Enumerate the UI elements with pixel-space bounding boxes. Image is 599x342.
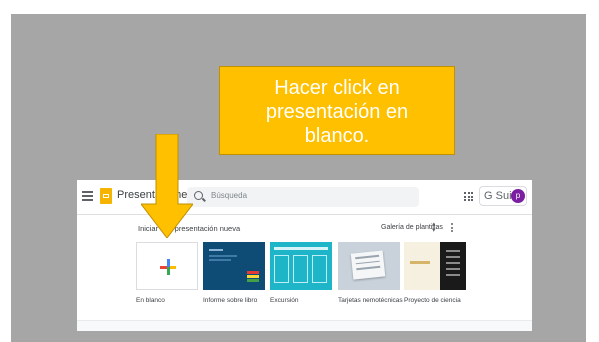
plus-icon [160, 259, 176, 275]
slides-logo-icon[interactable] [100, 188, 112, 204]
template-label[interactable]: Informe sobre libro [203, 297, 257, 304]
search-input[interactable]: Búsqueda [187, 187, 419, 207]
search-placeholder: Búsqueda [211, 191, 248, 200]
more-options-icon[interactable] [451, 223, 453, 233]
expand-collapse-icon[interactable]: ▴ ▾ [432, 221, 436, 234]
flashcard-icon [350, 250, 386, 280]
instruction-callout: Hacer click en presentación en blanco. [219, 66, 455, 155]
template-label[interactable]: Tarjetas nemotécnicas [338, 297, 403, 304]
callout-line: Hacer click en [274, 77, 400, 99]
books-icon [247, 271, 259, 282]
callout-line: blanco. [304, 125, 370, 147]
avatar[interactable]: p [511, 189, 525, 203]
recent-files-strip [77, 320, 532, 331]
main-menu-icon[interactable] [82, 191, 93, 201]
template-science-project[interactable] [404, 242, 466, 290]
google-apps-icon[interactable] [464, 192, 473, 201]
template-flashcards[interactable] [338, 242, 400, 290]
callout-line: presentación en [265, 101, 409, 123]
template-blank[interactable] [136, 242, 198, 290]
template-label[interactable]: En blanco [136, 297, 165, 304]
gsuite-account-button[interactable]: G Suite p [479, 186, 527, 206]
down-arrow-icon [141, 134, 193, 238]
search-icon[interactable] [194, 191, 203, 200]
template-label[interactable]: Excursión [270, 297, 299, 304]
template-label[interactable]: Proyecto de ciencia [404, 297, 461, 304]
template-book-report[interactable] [203, 242, 265, 290]
template-field-trip[interactable] [270, 242, 332, 290]
